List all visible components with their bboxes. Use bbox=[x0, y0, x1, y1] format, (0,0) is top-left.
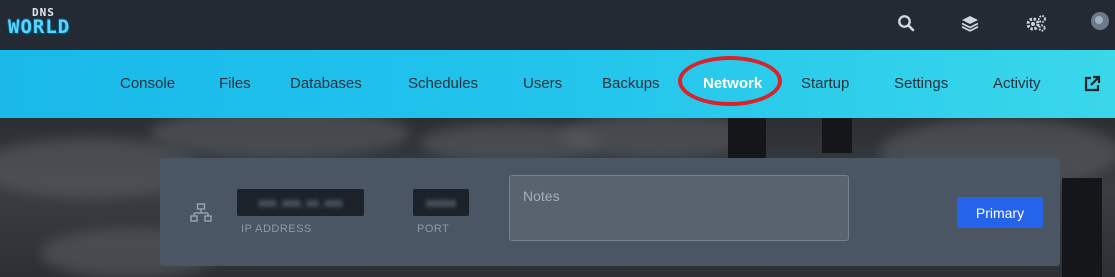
allocation-card: 000.000.00.000 IP ADDRESS 00000 PORT Pri… bbox=[160, 158, 1060, 266]
ip-address-text: 000.000.00.000 bbox=[258, 199, 343, 210]
tab-startup[interactable]: Startup bbox=[801, 75, 849, 92]
tab-activity[interactable]: Activity bbox=[993, 75, 1041, 92]
primary-button[interactable]: Primary bbox=[957, 197, 1043, 228]
tab-files[interactable]: Files bbox=[219, 75, 251, 92]
search-icon[interactable] bbox=[893, 10, 919, 36]
tab-databases[interactable]: Databases bbox=[290, 75, 362, 92]
top-bar: DNS WORLD bbox=[0, 0, 1115, 50]
brand-logo[interactable]: DNS WORLD bbox=[8, 6, 92, 40]
port-value[interactable]: 00000 bbox=[413, 189, 469, 216]
notes-field[interactable] bbox=[509, 175, 849, 241]
tab-console[interactable]: Console bbox=[120, 75, 175, 92]
port-label: PORT bbox=[417, 223, 450, 235]
tab-users[interactable]: Users bbox=[523, 75, 562, 92]
layers-icon[interactable] bbox=[957, 10, 983, 36]
ip-address-value[interactable]: 000.000.00.000 bbox=[237, 189, 364, 216]
external-link-icon[interactable] bbox=[1083, 75, 1101, 93]
ip-address-label: IP ADDRESS bbox=[241, 223, 312, 235]
logo-text-bottom: WORLD bbox=[8, 16, 71, 38]
port-text: 00000 bbox=[425, 199, 457, 210]
tab-schedules[interactable]: Schedules bbox=[408, 75, 478, 92]
cogs-icon[interactable] bbox=[1023, 10, 1049, 36]
tab-backups[interactable]: Backups bbox=[602, 75, 660, 92]
network-icon bbox=[190, 203, 212, 223]
highlight-circle bbox=[678, 56, 782, 106]
tab-settings[interactable]: Settings bbox=[894, 75, 948, 92]
avatar[interactable] bbox=[1091, 12, 1109, 30]
